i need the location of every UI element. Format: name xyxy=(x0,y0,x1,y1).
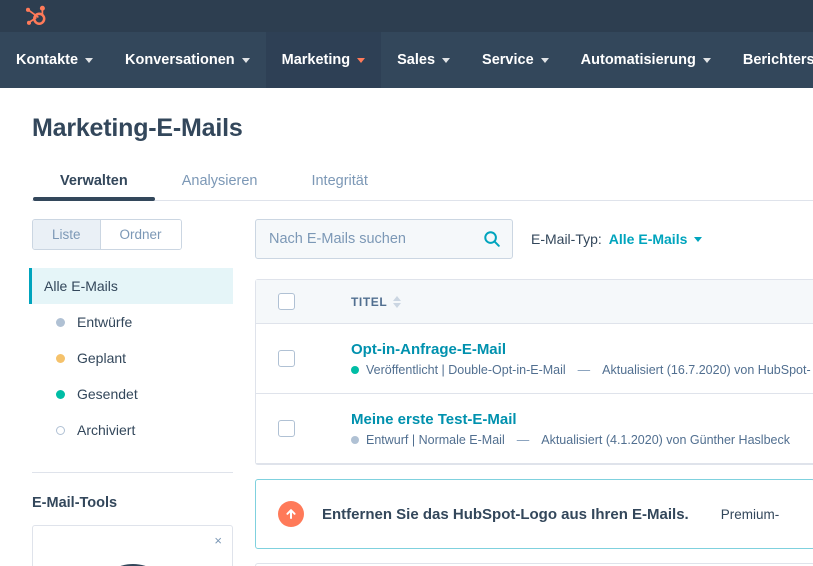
table-header-row: TITEL xyxy=(256,280,813,324)
nav-label: Kontakte xyxy=(16,52,79,68)
email-title-link[interactable]: Opt-in-Anfrage-E-Mail xyxy=(351,341,811,358)
column-header-label: TITEL xyxy=(351,294,388,309)
sidebar: Liste Ordner Alle E-Mails Entwürfe Gepla… xyxy=(0,201,255,566)
email-type: Double-Opt-in-E-Mail xyxy=(448,362,566,377)
email-type: Normale E-Mail xyxy=(418,432,505,447)
status-dot-archived-icon xyxy=(56,425,65,435)
chevron-down-icon xyxy=(241,57,250,63)
chevron-down-icon xyxy=(442,57,451,63)
arrow-up-circle-icon xyxy=(278,501,304,527)
row-content: Opt-in-Anfrage-E-Mail Veröffentlicht | D… xyxy=(351,341,811,377)
search-box xyxy=(255,219,513,259)
sidebar-item-label: Entwürfe xyxy=(77,314,133,330)
chevron-down-icon xyxy=(85,57,94,63)
close-icon[interactable]: × xyxy=(214,534,222,547)
row-content: Meine erste Test-E-Mail Entwurf | Normal… xyxy=(351,411,790,447)
view-toggle-liste[interactable]: Liste xyxy=(33,220,100,249)
sidebar-item-geplant[interactable]: Geplant xyxy=(29,340,233,376)
nav-label: Konversationen xyxy=(125,52,235,68)
status-dot-published-icon xyxy=(351,365,359,374)
table-row[interactable]: Meine erste Test-E-Mail Entwurf | Normal… xyxy=(256,394,813,464)
sidebar-item-gesendet[interactable]: Gesendet xyxy=(29,376,233,412)
sort-arrows-icon xyxy=(393,295,402,308)
email-title-link[interactable]: Meine erste Test-E-Mail xyxy=(351,411,790,428)
upgrade-banner[interactable]: Entfernen Sie das HubSpot-Logo aus Ihren… xyxy=(255,479,813,549)
nav-item-service[interactable]: Service xyxy=(466,32,565,88)
nav-label: Marketing xyxy=(281,52,351,68)
email-status: Veröffentlicht xyxy=(366,362,439,377)
nav-item-sales[interactable]: Sales xyxy=(381,32,466,88)
hubspot-sprocket-logo[interactable] xyxy=(22,3,48,29)
email-meta: Veröffentlicht | Double-Opt-in-E-Mail — … xyxy=(351,363,811,377)
status-dot-draft-icon xyxy=(351,435,359,444)
email-updated: Aktualisiert (16.7.2020) von HubSpot- xyxy=(602,362,811,377)
emails-table: TITEL Opt-in-Anfrage-E-Mail Veröffentlic… xyxy=(255,279,813,465)
tab-analysieren[interactable]: Analysieren xyxy=(155,165,285,200)
status-filter-list: Alle E-Mails Entwürfe Geplant Gesendet A… xyxy=(29,268,233,448)
sidebar-item-label: Gesendet xyxy=(77,386,138,402)
chevron-down-icon xyxy=(357,57,366,63)
email-tools-card: × xyxy=(32,525,233,566)
tab-integritaet[interactable]: Integrität xyxy=(284,165,394,200)
chevron-down-icon[interactable] xyxy=(694,236,703,242)
meta-pipe: | xyxy=(438,362,449,377)
nav-item-konversationen[interactable]: Konversationen xyxy=(109,32,266,88)
tab-verwalten[interactable]: Verwalten xyxy=(33,165,155,201)
row-checkbox[interactable] xyxy=(278,350,295,367)
nav-item-marketing[interactable]: Marketing xyxy=(265,32,382,88)
sidebar-item-archiviert[interactable]: Archiviert xyxy=(29,412,233,448)
email-tools-heading: E-Mail-Tools xyxy=(32,495,118,511)
status-dot-scheduled-icon xyxy=(56,353,65,363)
page-title: Marketing-E-Mails xyxy=(32,114,243,142)
column-header-titel[interactable]: TITEL xyxy=(351,294,402,309)
row-checkbox[interactable] xyxy=(278,420,295,437)
meta-separator: — xyxy=(577,362,591,377)
chevron-down-icon xyxy=(540,57,549,63)
status-dot-draft-icon xyxy=(56,317,65,327)
brand-bar xyxy=(0,0,813,32)
email-type-filter: E-Mail-Typ: Alle E-Mails xyxy=(531,231,703,247)
nav-label: Sales xyxy=(397,52,436,68)
table-row[interactable]: Opt-in-Anfrage-E-Mail Veröffentlicht | D… xyxy=(256,324,813,394)
sidebar-item-label: Alle E-Mails xyxy=(44,278,118,294)
meta-pipe: | xyxy=(408,432,419,447)
view-toggle-group: Liste Ordner xyxy=(32,219,182,250)
main-navigation: Kontakte Konversationen Marketing Sales … xyxy=(0,32,813,88)
email-meta: Entwurf | Normale E-Mail — Aktualisiert … xyxy=(351,433,790,447)
email-type-label: E-Mail-Typ: xyxy=(531,231,602,247)
main-content: E-Mail-Typ: Alle E-Mails TITEL Opt-in-An… xyxy=(255,201,813,566)
sidebar-item-entwuerfe[interactable]: Entwürfe xyxy=(29,304,233,340)
page-body: Liste Ordner Alle E-Mails Entwürfe Gepla… xyxy=(0,201,813,566)
search-icon[interactable] xyxy=(483,230,501,248)
nav-item-berichterstattung[interactable]: Berichterstattung xyxy=(727,32,813,88)
nav-label: Service xyxy=(482,52,534,68)
sidebar-item-label: Archiviert xyxy=(77,422,136,438)
chevron-down-icon xyxy=(702,57,711,63)
meta-separator: — xyxy=(516,432,530,447)
sidebar-divider xyxy=(32,472,233,473)
upgrade-subtext: Premium- xyxy=(720,506,780,522)
upgrade-headline: Entfernen Sie das HubSpot-Logo aus Ihren… xyxy=(322,505,689,523)
search-input[interactable] xyxy=(255,219,513,259)
status-dot-sent-icon xyxy=(56,389,65,399)
table-toolbar: E-Mail-Typ: Alle E-Mails xyxy=(255,219,813,259)
email-type-value[interactable]: Alle E-Mails xyxy=(609,231,688,247)
nav-label: Berichterstattung xyxy=(742,52,813,68)
select-all-checkbox[interactable] xyxy=(278,293,295,310)
page-header: Marketing-E-Mails Verwalten Analysieren … xyxy=(0,88,813,201)
page-tabs: Verwalten Analysieren Integrität xyxy=(32,165,813,201)
nav-item-automatisierung[interactable]: Automatisierung xyxy=(565,32,727,88)
nav-item-kontakte[interactable]: Kontakte xyxy=(0,32,109,88)
sidebar-item-alle-emails[interactable]: Alle E-Mails xyxy=(29,268,233,304)
sidebar-item-label: Geplant xyxy=(77,350,127,366)
nav-label: Automatisierung xyxy=(580,52,696,68)
view-toggle-ordner[interactable]: Ordner xyxy=(99,220,181,249)
email-updated: Aktualisiert (4.1.2020) von Günther Hasl… xyxy=(541,432,790,447)
email-status: Entwurf xyxy=(366,432,409,447)
